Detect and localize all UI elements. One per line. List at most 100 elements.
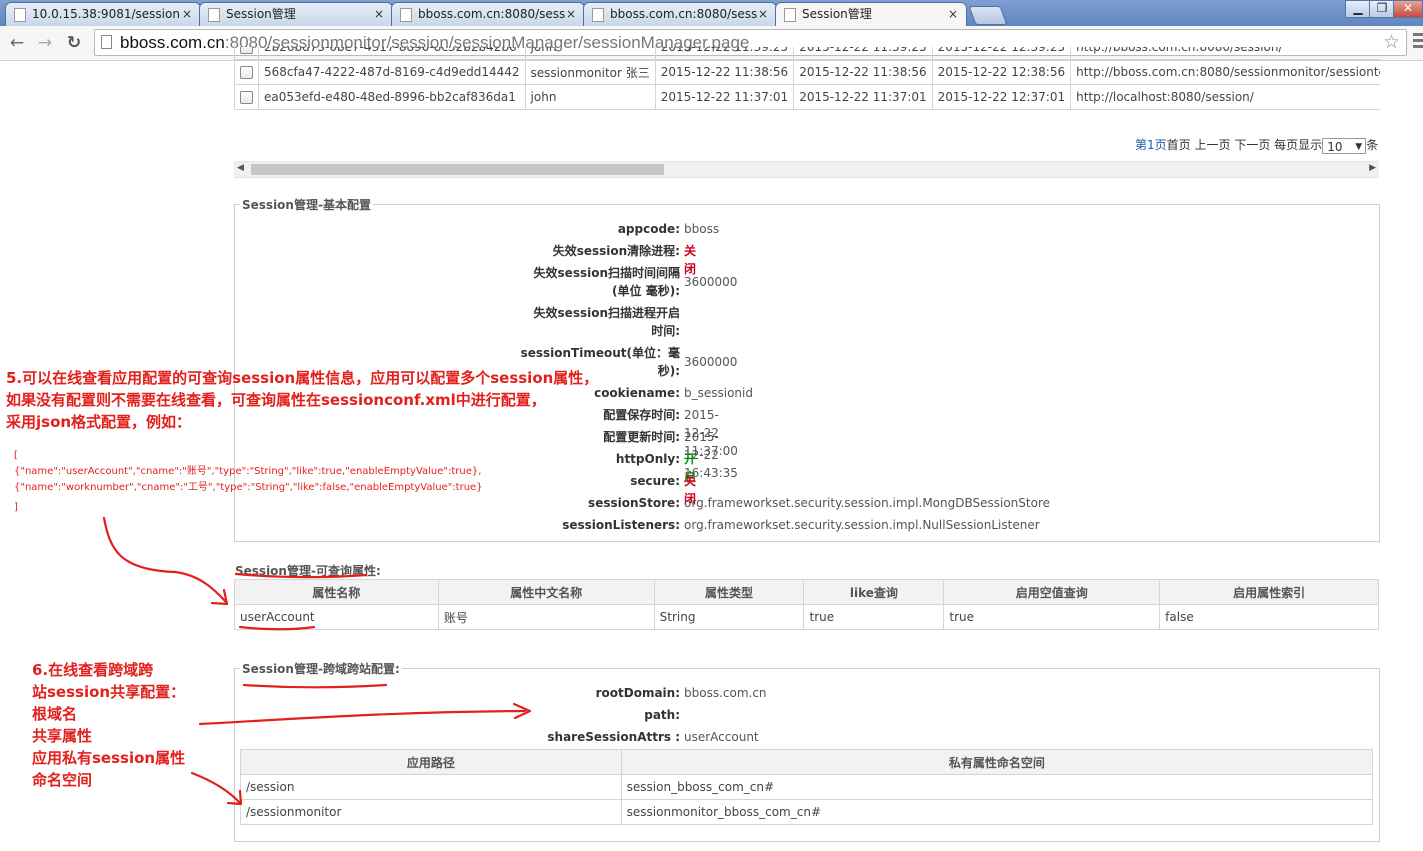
reload-icon[interactable]: ↻ — [63, 32, 85, 54]
browser-tab-5-active[interactable]: Session管理 × — [775, 2, 967, 27]
window-close-button[interactable]: ✕ — [1393, 0, 1423, 18]
attr-cell: true — [803, 604, 945, 630]
browser-tab-1[interactable]: 10.0.15.38:9081/session × — [5, 2, 201, 26]
config-label-line: appcode: — [617, 222, 680, 236]
ns-row: /sessionmonitor sessionmonitor_bboss_com_… — [240, 799, 1374, 825]
arrow-head — [210, 588, 229, 606]
note5-line: 如果没有配置则不需要在线查看，可查询属性在sessionconf.xml中进行配… — [6, 391, 546, 409]
tab-title: bboss.com.cn:8080/sess — [418, 7, 566, 21]
row-checkbox[interactable] — [240, 47, 253, 54]
tab-strip: 10.0.15.38:9081/session × Session管理 × bb… — [0, 0, 1423, 27]
note6-line: 共享属性 — [32, 727, 93, 745]
pager-first[interactable]: 首页 — [1167, 138, 1191, 152]
pager-prev[interactable]: 上一页 — [1194, 138, 1230, 152]
star-icon[interactable]: ☆ — [1383, 31, 1400, 53]
attr-column-header: 启用属性索引 — [1159, 579, 1379, 605]
config-label: sessionListeners: — [470, 516, 680, 534]
pager-next[interactable]: 下一页 — [1234, 138, 1270, 152]
config-value: 3600000 — [684, 355, 738, 369]
tab-title: Session管理 — [226, 7, 296, 21]
page-icon — [14, 8, 26, 22]
query-attrs-table: 属性名称 属性中文名称 属性类型 like查询 启用空值查询 启用属性索引 userAcc… — [234, 579, 1379, 630]
session-access-cell: 2015-12-22 11:37:01 — [793, 84, 933, 110]
ns-row: /session session_bboss_com_cn# — [240, 774, 1374, 800]
session-row: 568cfa47-4222-487d-8169-c4d9edd14442 sess… — [234, 59, 1380, 85]
ns-cell: session_bboss_com_cn# — [620, 774, 1374, 800]
ns-cell: /session — [240, 774, 622, 800]
attr-cell: String — [653, 604, 805, 630]
page-size-select[interactable]: 10 ▼ — [1322, 137, 1367, 154]
query-attrs-title: Session管理-可查询属性: — [235, 564, 381, 578]
attr-column-header: 启用空值查询 — [943, 579, 1161, 605]
ns-column-header: 应用路径 — [240, 749, 622, 775]
session-created-cell: 2015-12-22 11:37:01 — [654, 84, 795, 110]
config-value: org.frameworkset.security.session.impl.N… — [684, 518, 1040, 532]
annotation-json-example: [ {"name":"userAccount","cname":"账号","ty… — [14, 448, 483, 516]
page-icon — [592, 8, 604, 22]
menu-icon[interactable] — [1413, 33, 1423, 53]
note5-line: 采用json格式配置，例如： — [6, 413, 192, 431]
session-created-cell: 2015-12-22 11:38:56 — [654, 59, 795, 85]
browser-tab-2[interactable]: Session管理 × — [199, 2, 393, 26]
session-name-cell: john — [524, 47, 656, 60]
basic-config-legend: Session管理-基本配置 — [242, 198, 371, 212]
root-domain-label: rootDomain: — [595, 686, 680, 700]
minimize-button[interactable]: ▁ — [1345, 0, 1371, 18]
row-select-cell — [234, 47, 259, 60]
scroll-right-icon[interactable]: ▶ — [1369, 163, 1376, 173]
page-icon — [208, 8, 220, 22]
json-line: ] — [14, 502, 18, 513]
json-line: {"name":"userAccount","cname":"账号","type… — [14, 466, 482, 477]
row-checkbox[interactable] — [240, 66, 253, 79]
ns-cell: sessionmonitor_bboss_com_cn# — [620, 799, 1374, 825]
note5-line: 5.可以在线查看应用配置的可查询session属性信息，应用可以配置多个sess… — [6, 369, 599, 387]
close-icon[interactable]: × — [948, 3, 958, 25]
attr-column-header: 属性中文名称 — [437, 579, 655, 605]
close-icon[interactable]: × — [182, 3, 192, 25]
row-checkbox[interactable] — [240, 91, 253, 104]
note6-line: 命名空间 — [32, 771, 93, 789]
scrollbar-thumb[interactable] — [251, 164, 664, 175]
session-row: 2b26bd75-0be7-4317-8890-8c32b2b42b6 john 2… — [234, 47, 1380, 60]
scroll-left-icon[interactable]: ◀ — [237, 163, 244, 173]
config-label-line: sessionListeners: — [562, 518, 680, 532]
namespace-table: 应用路径 私有属性命名空间 /session session_bboss_com_c… — [240, 749, 1374, 825]
close-icon[interactable]: × — [374, 3, 384, 25]
attr-column-header: 属性类型 — [653, 579, 805, 605]
session-url-cell: http://bboss.com.cn:8080/sessionmonitor/… — [1070, 59, 1380, 85]
config-label-line: (单位 毫秒): — [612, 284, 680, 298]
config-label: 失效session扫描时间间隔 (单位 毫秒): — [470, 264, 680, 300]
ns-column-header: 私有属性命名空间 — [620, 749, 1374, 775]
row-select-cell — [234, 59, 259, 85]
config-label-line: 失效session清除进程: — [552, 244, 680, 258]
config-label-line: 失效session扫描时间间隔 — [533, 266, 680, 280]
cross-domain-legend: Session管理-跨域跨站配置: — [242, 662, 400, 676]
pager-current-page: 第1页 — [1135, 138, 1167, 152]
session-access-cell: 2015-12-22 11:39:25 — [793, 47, 933, 60]
page-icon — [784, 8, 796, 22]
config-label-line: sessionTimeout(单位：毫 — [520, 346, 680, 360]
browser-tab-3[interactable]: bboss.com.cn:8080/sess × — [391, 2, 585, 26]
horizontal-scrollbar[interactable]: ◀ ▶ — [234, 161, 1379, 178]
new-tab-button[interactable] — [968, 6, 1008, 25]
session-expire-cell: 2015-12-22 12:38:56 — [931, 59, 1072, 85]
page-icon — [101, 35, 112, 49]
forward-icon[interactable]: → — [34, 32, 56, 54]
back-icon[interactable]: ← — [6, 32, 28, 54]
close-icon[interactable]: × — [758, 3, 768, 25]
tab-title: Session管理 — [802, 7, 872, 21]
session-id-cell: ea053efd-e480-48ed-8996-bb2caf836da1 — [258, 84, 526, 110]
note6-line: 6.在线查看跨域跨 — [32, 661, 154, 679]
restore-button[interactable]: ❐ — [1369, 0, 1395, 18]
session-list-clip: 2b26bd75-0be7-4317-8890-8c32b2b42b6 john 2… — [234, 47, 1380, 121]
note6-line: 站session共享配置： — [32, 683, 186, 701]
url-host: bboss.com.cn — [120, 33, 225, 52]
session-name-cell: sessionmonitor 张三 — [524, 59, 656, 85]
note6-line: 根域名 — [32, 705, 78, 723]
session-id-cell: 568cfa47-4222-487d-8169-c4d9edd14442 — [258, 59, 526, 85]
close-icon[interactable]: × — [566, 3, 576, 25]
attr-cell: true — [943, 604, 1161, 630]
attr-column-header: 属性名称 — [234, 579, 439, 605]
session-access-cell: 2015-12-22 11:38:56 — [793, 59, 933, 85]
browser-tab-4[interactable]: bboss.com.cn:8080/sess × — [583, 2, 777, 26]
